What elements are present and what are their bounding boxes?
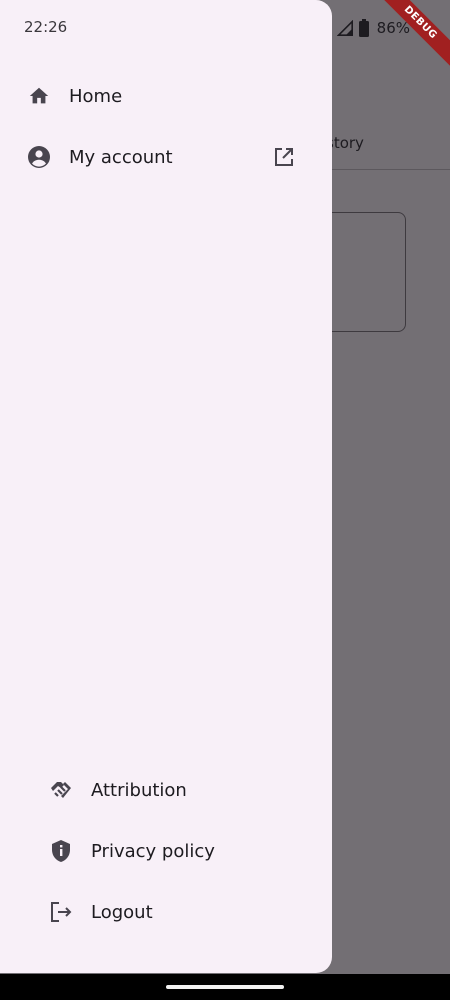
drawer-item-label: Attribution xyxy=(91,779,187,801)
account-circle-icon xyxy=(27,145,51,169)
battery-icon xyxy=(358,19,369,37)
drawer-item-privacy-policy[interactable]: Privacy policy xyxy=(49,827,215,875)
logout-icon xyxy=(49,900,73,924)
home-icon xyxy=(27,84,51,108)
handshake-icon xyxy=(49,778,73,802)
drawer-item-label: My account xyxy=(69,146,173,168)
status-time: 22:26 xyxy=(24,18,68,36)
drawer-item-home[interactable]: Home xyxy=(27,72,122,120)
navigation-drawer: 22:26 Home My account Attribution Privac… xyxy=(0,0,332,973)
open-in-new-icon[interactable] xyxy=(272,145,296,169)
drawer-item-logout[interactable]: Logout xyxy=(49,888,153,936)
drawer-item-label: Privacy policy xyxy=(91,840,215,862)
drawer-item-label: Logout xyxy=(91,901,153,923)
gesture-nav-handle[interactable] xyxy=(166,985,284,989)
background-divider xyxy=(326,169,450,170)
drawer-item-attribution[interactable]: Attribution xyxy=(49,766,187,814)
drawer-item-label: Home xyxy=(69,85,123,107)
screen: story 86% 22:26 Home My account Attribut… xyxy=(0,0,450,974)
signal-icon xyxy=(336,20,353,36)
drawer-item-my-account[interactable]: My account xyxy=(27,133,173,181)
shield-icon xyxy=(49,839,73,863)
